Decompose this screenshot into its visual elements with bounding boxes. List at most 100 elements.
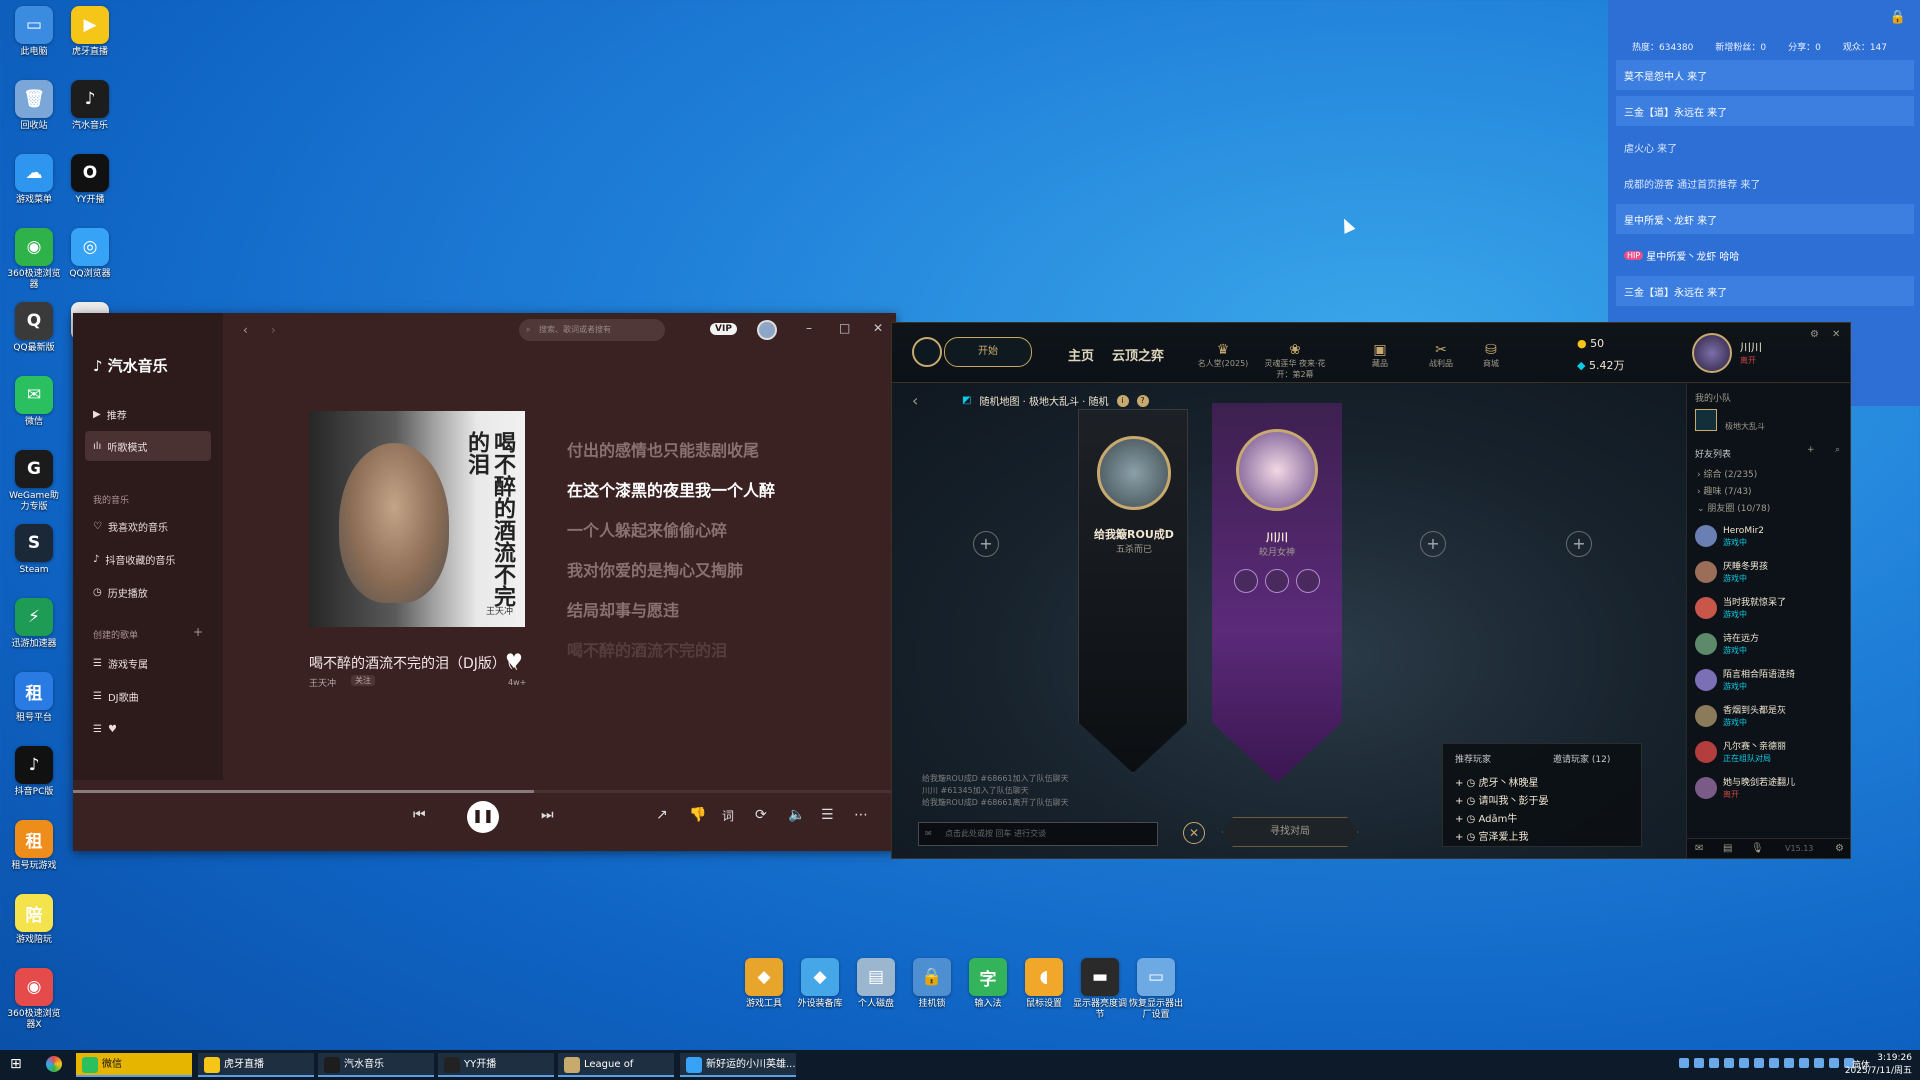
friend-item[interactable]: 她与晚剑若途翻儿 离开 <box>1695 771 1845 805</box>
desktop-icon[interactable]: O YY开播 <box>62 154 118 206</box>
friend-item[interactable]: HeroMir2 游戏中 <box>1695 519 1845 553</box>
tray-icon[interactable] <box>1709 1058 1719 1068</box>
chat-icon[interactable]: ✉ <box>1695 843 1703 854</box>
nav-liked-music[interactable]: ♡ 我喜欢的音乐 <box>85 511 211 541</box>
desktop-icon[interactable]: ▭ 恢复显示器出厂设置 <box>1128 958 1184 1021</box>
follow-button[interactable]: 关注 <box>351 675 375 686</box>
tray-icon[interactable] <box>1814 1058 1824 1068</box>
taskbar-app[interactable]: 微信 <box>76 1053 192 1077</box>
nav-listen-mode[interactable]: ılı 听歌模式 <box>85 431 211 461</box>
friend-item[interactable]: 诗在远方 游戏中 <box>1695 627 1845 661</box>
browser-icon[interactable] <box>46 1056 62 1072</box>
desktop-icon[interactable]: S Steam <box>6 524 62 576</box>
tray-icon[interactable] <box>1829 1058 1839 1068</box>
desktop-icon[interactable]: ▤ 个人磁盘 <box>848 958 904 1021</box>
desktop-icon[interactable]: ◎ QQ浏览器 <box>62 228 118 280</box>
back-arrow-icon[interactable]: ‹ <box>912 391 918 410</box>
subnav-item[interactable]: ▣ 藏品 <box>1349 342 1411 369</box>
desktop-icon[interactable]: ◉ 360极速浏览器 <box>6 228 62 291</box>
avatar[interactable] <box>757 320 777 340</box>
profile-avatar[interactable] <box>1692 333 1732 373</box>
info-icon[interactable]: i <box>1116 394 1129 407</box>
playlist-icon[interactable]: ☰ <box>821 807 834 823</box>
taskbar-app[interactable]: 新好运的小川英雄... <box>680 1053 796 1077</box>
maximize-icon[interactable]: □ <box>839 321 850 335</box>
friend-item[interactable]: 凡尔赛丶亲德丽 正在组队对局 <box>1695 735 1845 769</box>
desktop-icon[interactable]: 租租号玩游戏 <box>6 820 62 872</box>
friend-item[interactable]: 香烟到头都是灰 游戏中 <box>1695 699 1845 733</box>
nav-tft[interactable]: 云顶之弈 <box>1112 345 1164 364</box>
vip-badge[interactable]: VIP <box>710 323 737 335</box>
nav-recommend[interactable]: ▶ 推荐 <box>85 399 211 429</box>
recommended-player[interactable]: + ◷ Adām牛 <box>1455 810 1517 825</box>
tray-icon[interactable] <box>1679 1058 1689 1068</box>
desktop-icon[interactable]: 租租号平台 <box>6 672 62 724</box>
desktop-icon[interactable]: ◆ 外设装备库 <box>792 958 848 1021</box>
prev-track-icon[interactable]: ⏮ <box>413 807 426 823</box>
desktop-icon[interactable]: ☁ 游戏菜单 <box>6 154 62 206</box>
share-icon[interactable]: ↗ <box>656 807 668 823</box>
singer-name[interactable]: 王天冲 <box>309 676 336 689</box>
tray-icon[interactable] <box>1724 1058 1734 1068</box>
desktop-icon[interactable]: 🗑 回收站 <box>6 80 62 132</box>
recommended-player[interactable]: + ◷ 宫泽爱上我 <box>1455 828 1528 843</box>
taskbar-app[interactable]: 虎牙直播 <box>198 1053 314 1077</box>
team-chat-input[interactable]: ✉ 点击此处或按 回车 进行交谈 <box>918 822 1158 846</box>
desktop-icon[interactable]: ▬ 显示器亮度调节 <box>1072 958 1128 1021</box>
friend-group[interactable]: › 综合 (2/235) <box>1697 467 1757 480</box>
mic-icon[interactable]: 🎙 <box>1751 843 1764 854</box>
nav-history[interactable]: ◷ 历史播放 <box>85 577 211 607</box>
desktop-icon[interactable]: ⚡ 迅游加速器 <box>6 598 62 650</box>
close-icon[interactable]: ✕ <box>873 321 883 335</box>
friend-item[interactable]: 当时我就惊呆了 游戏中 <box>1695 591 1845 625</box>
playlist-dj[interactable]: ☰ DJ歌曲 <box>85 681 211 711</box>
recommended-player[interactable]: + ◷ 请叫我丶彭于晏 <box>1455 792 1548 807</box>
desktop-icon[interactable]: 🔒 挂机锁 <box>904 958 960 1021</box>
tray-icon[interactable] <box>1694 1058 1704 1068</box>
more-icon[interactable]: ⋯ <box>854 807 868 823</box>
tray-icon[interactable] <box>1739 1058 1749 1068</box>
tray-icon[interactable] <box>1769 1058 1779 1068</box>
tab-invite[interactable]: 邀请玩家 (12) <box>1553 752 1610 765</box>
friend-item[interactable]: 厌睡冬男孩 游戏中 <box>1695 555 1845 589</box>
desktop-icon[interactable]: ♪ 汽水音乐 <box>62 80 118 132</box>
playlist-heart[interactable]: ☰ ♥ <box>85 714 211 744</box>
mission-icon[interactable]: ▤ <box>1723 843 1732 854</box>
nav-home[interactable]: 主页 <box>1068 345 1094 364</box>
settings-icon[interactable]: ⚙ <box>1835 843 1844 854</box>
rune-icon[interactable] <box>1234 569 1258 593</box>
lock-icon[interactable]: 🔒 <box>1890 10 1906 25</box>
spell-icon[interactable] <box>1265 569 1289 593</box>
help-icon[interactable]: ? <box>1136 394 1149 407</box>
search-icon[interactable]: ⌕ <box>1835 445 1840 455</box>
desktop-icon[interactable]: ◆ 游戏工具 <box>736 958 792 1021</box>
taskbar-app[interactable]: 汽水音乐 <box>318 1053 434 1077</box>
next-track-icon[interactable]: ⏭ <box>541 807 554 823</box>
settings-icon[interactable]: ⚙ <box>1810 329 1819 340</box>
dislike-icon[interactable]: 👎 <box>689 807 706 823</box>
desktop-icon[interactable]: ◖ 鼠标设置 <box>1016 958 1072 1021</box>
progress-bar[interactable] <box>73 790 896 793</box>
like-heart-icon[interactable]: ♥ <box>505 649 523 673</box>
desktop-icon[interactable]: ✉ 微信 <box>6 376 62 428</box>
subnav-item[interactable]: ♛ 名人堂(2025) <box>1192 342 1254 369</box>
friend-group[interactable]: › 趣味 (7/43) <box>1697 484 1752 497</box>
back-icon[interactable]: ‹ <box>243 323 248 337</box>
taskbar-app[interactable]: League of Legends <box>558 1053 674 1077</box>
tray-icon[interactable] <box>1754 1058 1764 1068</box>
recommended-player[interactable]: + ◷ 虎牙丶林晚星 <box>1455 774 1538 789</box>
nav-douyin-music[interactable]: ♪ 抖音收藏的音乐 <box>85 544 211 574</box>
minimize-icon[interactable]: – <box>806 321 812 335</box>
search-input[interactable]: ⌕ 搜索、歌词或者搜有 <box>519 319 665 341</box>
desktop-icon[interactable]: ▭ 此电脑 <box>6 6 62 58</box>
desktop-icon[interactable]: 字输入法 <box>960 958 1016 1021</box>
repeat-icon[interactable]: ⟳ <box>755 807 767 823</box>
desktop-icon[interactable]: ◉ 360极速浏览器X <box>6 968 62 1031</box>
spell-icon[interactable] <box>1296 569 1320 593</box>
subnav-item[interactable]: ⛁ 商城 <box>1460 342 1522 369</box>
tray-icon[interactable] <box>1784 1058 1794 1068</box>
close-icon[interactable]: ✕ <box>1832 329 1840 340</box>
friend-group[interactable]: ⌄ 朋友圈 (10/78) <box>1697 501 1770 514</box>
lyrics-toggle-icon[interactable]: 词 <box>722 807 734 824</box>
pause-button[interactable]: ❚❚ <box>467 801 499 833</box>
